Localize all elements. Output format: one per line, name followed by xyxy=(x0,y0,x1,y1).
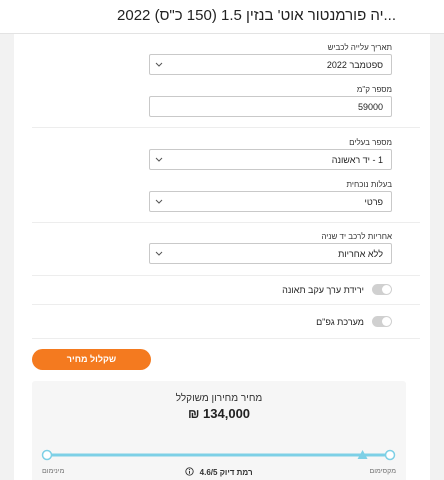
km-input[interactable]: 59000 xyxy=(149,96,392,117)
warranty-field: אחריות לרכב יד שניה ללא אחריות xyxy=(149,231,392,264)
info-icon[interactable] xyxy=(185,467,195,476)
road-date-select[interactable]: ספטמבר 2022 xyxy=(149,54,392,75)
ownership-value: פרטי xyxy=(364,197,383,207)
ownership-select[interactable]: פרטי xyxy=(149,191,392,212)
accuracy-text: רמת דיוק 4.6/5 xyxy=(199,468,253,477)
scale-max-dot xyxy=(384,449,396,461)
body-toggle-label: מערכת גפ"ם xyxy=(316,316,364,327)
warranty-select[interactable]: ללא אחריות xyxy=(149,243,392,264)
body-toggle-row[interactable]: מערכת גפ"ם xyxy=(316,316,392,327)
top-bar: ...יה פורמנטור אוט' בנזין 1.5 (150 כ"ס) … xyxy=(0,0,444,34)
price-label: מחיר מחירון משוקלל xyxy=(175,393,263,404)
warranty-value: ללא אחריות xyxy=(338,249,383,259)
road-date-field: תאריך עלייה לכביש ספטמבר 2022 xyxy=(149,42,392,75)
owners-select[interactable]: 1 - יד ראשונה xyxy=(149,149,392,170)
toggle-knob xyxy=(382,317,391,326)
ownership-field: בעלות נוכחית פרטי xyxy=(149,179,392,212)
chevron-down-icon xyxy=(155,62,163,67)
price-panel: מחיר מחירון משוקלל 134,000 ₪ מקסימום מינ… xyxy=(32,381,406,480)
divider xyxy=(32,338,420,339)
accuracy-readout: רמת דיוק 4.6/5 xyxy=(32,467,406,477)
body-toggle[interactable] xyxy=(372,316,392,327)
accident-toggle-row[interactable]: ירידת ערך עקב תאונה xyxy=(282,284,392,295)
chevron-down-icon xyxy=(155,251,163,256)
owners-value: 1 - יד ראשונה xyxy=(331,155,383,165)
chevron-down-icon xyxy=(155,199,163,204)
price-value: 134,000 ₪ xyxy=(187,406,251,421)
warranty-label: אחריות לרכב יד שניה xyxy=(321,232,392,241)
scale-min-dot xyxy=(41,449,53,461)
accident-toggle[interactable] xyxy=(372,284,392,295)
owners-field: מספר בעלים 1 - יד ראשונה xyxy=(149,137,392,170)
price-scale: מקסימום מינימום רמת דיוק 4.6/5 xyxy=(32,445,406,480)
accuracy-bar xyxy=(41,449,396,461)
owners-label: מספר בעלים xyxy=(349,138,392,147)
divider xyxy=(32,127,420,128)
toggle-knob xyxy=(382,285,391,294)
page-title: ...יה פורמנטור אוט' בנזין 1.5 (150 כ"ס) … xyxy=(117,7,396,24)
km-label: מספר ק"מ xyxy=(356,85,392,94)
divider xyxy=(32,222,420,223)
road-date-label: תאריך עלייה לכביש xyxy=(327,43,392,52)
ownership-label: בעלות נוכחית xyxy=(346,180,392,189)
chevron-down-icon xyxy=(155,157,163,162)
accident-toggle-label: ירידת ערך עקב תאונה xyxy=(282,284,364,295)
divider xyxy=(32,275,420,276)
calculate-price-button[interactable]: שקלול מחיר xyxy=(32,349,151,370)
divider xyxy=(32,304,420,305)
road-date-value: ספטמבר 2022 xyxy=(326,60,383,70)
km-value: 59000 xyxy=(357,102,383,112)
km-field: מספר ק"מ 59000 xyxy=(149,84,392,117)
